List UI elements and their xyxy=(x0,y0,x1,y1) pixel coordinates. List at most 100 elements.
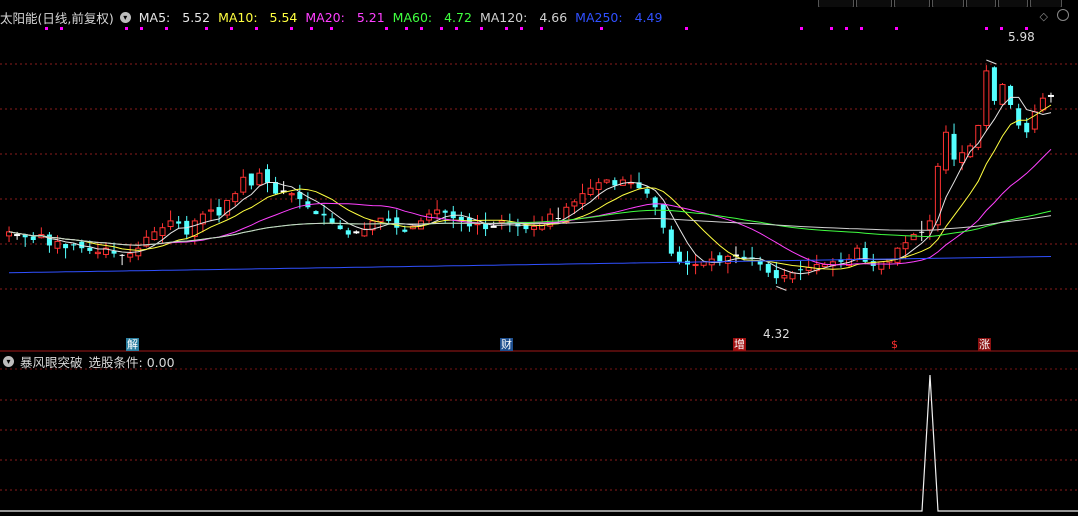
signal-dot xyxy=(440,27,443,30)
candle-up xyxy=(490,225,497,228)
candle-up xyxy=(579,193,586,204)
candle-up xyxy=(240,176,247,193)
signal-dot xyxy=(125,27,128,30)
candle-up xyxy=(942,131,949,171)
signal-dot xyxy=(505,27,508,30)
candle-down xyxy=(612,180,618,186)
kline-chart[interactable] xyxy=(0,0,1078,516)
signal-dot xyxy=(60,27,63,30)
candle-up xyxy=(603,179,610,183)
event-marker-dollar[interactable]: $ xyxy=(888,338,901,351)
candle-down xyxy=(765,263,771,273)
candle-down xyxy=(951,133,957,160)
candle-up xyxy=(781,274,788,279)
signal-dot xyxy=(860,27,863,30)
candle-down xyxy=(87,247,93,251)
candle-up xyxy=(288,193,295,196)
candle-up xyxy=(959,152,966,163)
candle-up xyxy=(894,247,901,263)
candle-down xyxy=(555,218,561,220)
candle-up xyxy=(127,253,134,258)
candle-up xyxy=(531,225,538,230)
candle-down xyxy=(1016,108,1022,126)
indicator-name: 暴风眼突破 xyxy=(20,354,83,370)
candle-up xyxy=(232,193,239,203)
candle-down xyxy=(402,229,408,232)
candle-up xyxy=(975,124,982,148)
candle-up xyxy=(498,220,505,223)
candle-down xyxy=(176,221,182,224)
candle-up xyxy=(94,251,101,255)
low-price-annotation: 4.32 xyxy=(763,327,790,341)
candle-down xyxy=(313,211,319,215)
candle-down xyxy=(991,67,997,101)
candle-up xyxy=(999,84,1006,105)
candle-down xyxy=(1008,85,1014,105)
candle-up xyxy=(595,182,602,190)
candle-up xyxy=(1039,97,1046,111)
candle-up xyxy=(934,165,941,226)
signal-dot xyxy=(685,27,688,30)
signal-dot xyxy=(420,27,423,30)
signal-dot xyxy=(830,27,833,30)
signal-dot xyxy=(290,27,293,30)
candle-up xyxy=(587,187,594,195)
signal-dot xyxy=(330,27,333,30)
candle-up xyxy=(434,209,441,215)
candle-up xyxy=(539,223,546,230)
signal-dot xyxy=(165,27,168,30)
candle-up xyxy=(167,220,174,228)
candle-down xyxy=(71,244,77,246)
candle-up xyxy=(692,264,699,267)
condition-label: 选股条件: 0.00 xyxy=(88,354,175,370)
ma10-line xyxy=(8,104,1052,270)
signal-dot xyxy=(600,27,603,30)
signal-dot xyxy=(985,27,988,30)
candle-up xyxy=(902,242,909,250)
event-marker-unlock[interactable]: 解 xyxy=(126,338,139,351)
event-marker-increase[interactable]: 增 xyxy=(733,338,746,351)
signal-dot xyxy=(455,27,458,30)
candle-up xyxy=(151,231,158,241)
high-marker xyxy=(986,59,997,65)
candle-down xyxy=(273,182,279,194)
signal-dot xyxy=(540,27,543,30)
signal-dot xyxy=(895,27,898,30)
candle-down xyxy=(248,173,254,186)
event-marker-rise[interactable]: 涨 xyxy=(978,338,991,351)
candle-up xyxy=(361,228,368,237)
candle-up xyxy=(926,220,933,231)
indicator-legend: ▾ 暴风眼突破 选股条件: 0.00 xyxy=(0,353,181,370)
signal-dot xyxy=(385,27,388,30)
candle-down xyxy=(798,269,804,271)
ma250-line xyxy=(8,256,1052,274)
candle-up xyxy=(571,201,578,207)
candle-up xyxy=(207,209,214,212)
candle-down xyxy=(386,218,392,221)
candle-down xyxy=(63,244,69,249)
candle-down xyxy=(676,251,682,262)
signal-dot xyxy=(255,27,258,30)
candle-up xyxy=(377,217,384,223)
candle-down xyxy=(773,270,779,279)
ma20-line xyxy=(8,148,1052,266)
candle-down xyxy=(394,217,400,228)
collapse-circle-icon[interactable]: ▾ xyxy=(3,355,14,367)
candle-down xyxy=(345,230,351,235)
indicator-line xyxy=(0,374,1078,512)
candle-down xyxy=(264,169,271,183)
candle-up xyxy=(54,240,61,249)
candle-up xyxy=(159,227,166,237)
candle-down xyxy=(652,197,658,208)
event-marker-financial[interactable]: 财 xyxy=(500,338,513,351)
candle-down xyxy=(30,236,36,240)
low-marker xyxy=(776,285,787,291)
signal-dot xyxy=(310,27,313,30)
signal-dot xyxy=(520,27,523,30)
candle-down xyxy=(717,255,723,262)
candle-up xyxy=(1047,94,1054,97)
candle-down xyxy=(119,254,125,256)
signal-dot xyxy=(480,27,483,30)
signal-dot xyxy=(845,27,848,30)
signal-dot xyxy=(800,27,803,30)
